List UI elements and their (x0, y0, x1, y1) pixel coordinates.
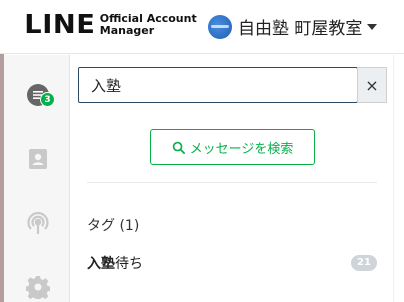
logo-subtitle: Official Account Manager (100, 13, 197, 37)
search-messages-label: メッセージを検索 (189, 141, 294, 157)
tag-name: 入塾待ち (87, 253, 143, 273)
tag-count-badge: 21 (351, 255, 377, 271)
unread-count-badge: 3 (40, 92, 55, 107)
tag-name-rest: 待ち (115, 256, 143, 272)
tag-list-item[interactable]: 入塾待ち 21 (87, 251, 377, 275)
clear-search-button[interactable]: × (357, 67, 387, 103)
search-input[interactable] (78, 67, 358, 103)
caret-down-icon (367, 23, 378, 30)
account-switcher[interactable]: 自由塾 町屋教室 (208, 14, 378, 39)
search-icon (172, 141, 185, 154)
gear-icon[interactable] (25, 275, 51, 302)
search-bar: × (78, 67, 387, 103)
close-icon: × (365, 75, 379, 95)
search-messages-button[interactable]: メッセージを検索 (150, 129, 315, 165)
tag-name-match: 入塾 (87, 256, 115, 272)
logo-subtitle-line2: Manager (99, 24, 155, 37)
conversation-area-edge (393, 55, 404, 302)
line-oa-manager-logo[interactable]: LINE Official Account Manager (24, 10, 197, 40)
account-name: 自由塾 町屋教室 (238, 19, 363, 39)
sidebar: 3 (4, 55, 70, 302)
top-bar: LINE Official Account Manager 自由塾 町屋教室 (0, 0, 404, 54)
logo-wordmark: LINE (24, 10, 96, 40)
tag-section-header: タグ (1) (87, 218, 140, 234)
search-panel: × メッセージを検索 タグ (1) 入塾待ち 21 (71, 55, 393, 302)
divider (87, 182, 377, 183)
broadcast-icon[interactable] (26, 211, 50, 235)
account-avatar (208, 14, 232, 39)
contact-card-icon[interactable] (26, 147, 50, 171)
